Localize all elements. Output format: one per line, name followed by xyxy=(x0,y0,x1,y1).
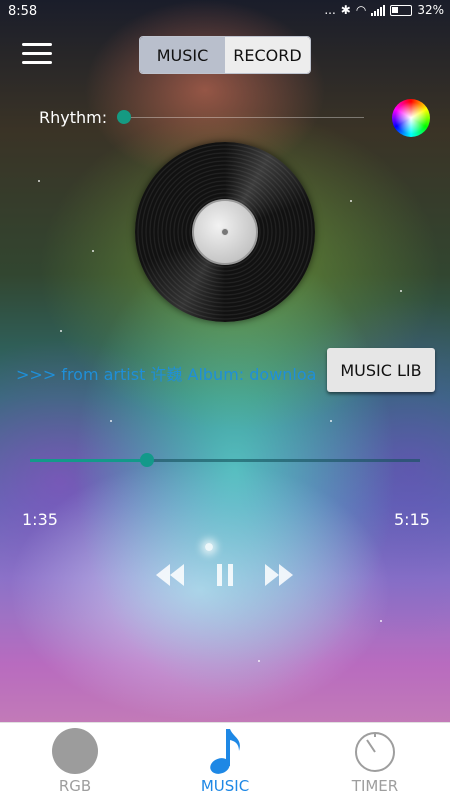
rhythm-slider-track[interactable] xyxy=(124,117,364,118)
star xyxy=(330,420,332,422)
star xyxy=(400,290,402,292)
star xyxy=(110,420,112,422)
pause-button[interactable] xyxy=(211,561,239,589)
star xyxy=(92,250,94,252)
bluetooth-icon: ✱ xyxy=(340,3,351,17)
nav-item-music[interactable]: MUSIC xyxy=(165,723,285,800)
menu-icon[interactable] xyxy=(22,43,52,67)
color-wheel-icon[interactable] xyxy=(392,99,430,137)
mode-tabs: MUSIC RECORD xyxy=(139,36,311,74)
vinyl-spindle xyxy=(221,228,229,236)
pause-icon xyxy=(217,564,233,586)
signal-icon xyxy=(371,4,386,16)
bottom-nav: RGB MUSIC TIMER xyxy=(0,722,450,800)
nav-item-rgb[interactable]: RGB xyxy=(15,723,135,800)
rewind-icon xyxy=(156,564,184,586)
star xyxy=(38,180,40,182)
status-bar: 8:58 ... ✱ ◠ 32% xyxy=(0,0,450,24)
nav-item-timer[interactable]: TIMER xyxy=(315,723,435,800)
music-note-icon xyxy=(210,729,240,774)
progress-thumb[interactable] xyxy=(140,453,155,467)
vinyl-record xyxy=(135,142,315,322)
star xyxy=(258,660,260,662)
rhythm-label: Rhythm: xyxy=(39,108,108,127)
vinyl-label xyxy=(192,199,258,265)
nav-label-rgb: RGB xyxy=(58,777,92,795)
rgb-circle-icon xyxy=(52,728,98,774)
progress-fill xyxy=(30,459,148,462)
fast-forward-button[interactable] xyxy=(263,561,295,589)
status-icons: ... ✱ ◠ 32% xyxy=(324,3,444,17)
battery-icon xyxy=(390,4,413,16)
rewind-button[interactable] xyxy=(154,561,186,589)
timer-icon xyxy=(355,732,395,772)
wifi-icon: ◠ xyxy=(355,3,367,17)
total-time: 5:15 xyxy=(394,510,430,529)
nav-label-music: MUSIC xyxy=(200,777,250,795)
rhythm-slider-thumb[interactable] xyxy=(117,110,131,124)
music-screen: 8:58 ... ✱ ◠ 32% MUSIC RECORD Rhythm: >>… xyxy=(0,0,450,722)
star xyxy=(380,620,382,622)
status-time: 8:58 xyxy=(8,4,38,19)
song-info-marquee: >>> from artist 许巍 Album: downloa xyxy=(16,365,317,384)
progress-track[interactable] xyxy=(30,459,420,462)
fast-forward-icon xyxy=(265,564,293,586)
star xyxy=(60,330,62,332)
star xyxy=(350,200,352,202)
nav-label-timer: TIMER xyxy=(351,777,399,795)
overflow-dots-icon: ... xyxy=(324,3,336,17)
bright-star xyxy=(205,543,213,551)
tab-record[interactable]: RECORD xyxy=(225,37,310,73)
music-lib-button[interactable]: MUSIC LIB xyxy=(327,348,435,392)
battery-percent: 32% xyxy=(417,3,444,17)
current-time: 1:35 xyxy=(22,510,58,529)
tab-music[interactable]: MUSIC xyxy=(140,37,225,73)
